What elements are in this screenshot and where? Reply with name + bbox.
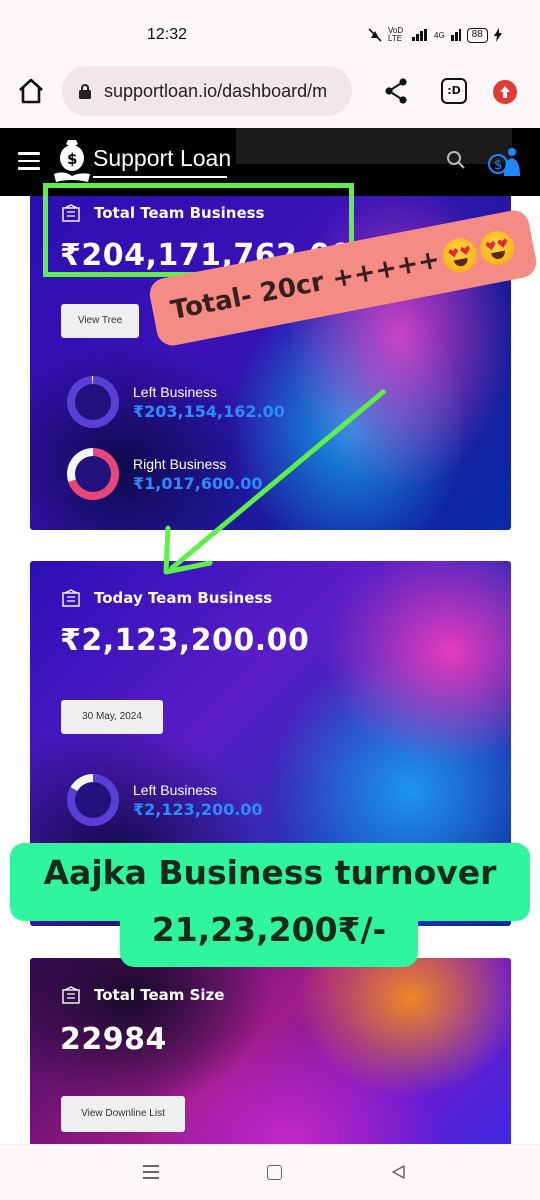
left-business-donut bbox=[67, 376, 119, 428]
today-left-business-label: Left Business bbox=[133, 781, 218, 798]
today-left-business-row: Left Business ₹2,123,200.00 bbox=[67, 774, 263, 826]
status-icons: VoD LTE 4G 88 bbox=[368, 27, 502, 43]
green-arrow-icon bbox=[163, 389, 386, 575]
home-icon[interactable] bbox=[16, 76, 46, 106]
back-icon[interactable] bbox=[390, 1164, 406, 1180]
card-title-row: Today Team Business bbox=[62, 589, 272, 607]
brand-name[interactable]: Support Loan bbox=[93, 145, 231, 172]
team-size-count: 22984 bbox=[60, 1022, 167, 1057]
update-icon[interactable] bbox=[493, 80, 517, 104]
hamburger-menu-icon[interactable] bbox=[18, 152, 40, 170]
today-business-amount: ₹2,123,200.00 bbox=[60, 623, 310, 658]
recent-apps-icon[interactable] bbox=[143, 1165, 159, 1179]
date-button[interactable]: 30 May, 2024 bbox=[61, 700, 163, 734]
status-bar: 12:32 VoD LTE 4G 88 bbox=[0, 0, 540, 58]
card-title: Today Team Business bbox=[94, 589, 273, 607]
heart-eyes-emoji-icon bbox=[440, 235, 481, 276]
total-team-size-card: Total Team Size 22984 View Downline List bbox=[30, 958, 511, 1144]
brand-underline bbox=[93, 176, 227, 178]
svg-text:$: $ bbox=[67, 150, 77, 168]
today-left-business-value: ₹2,123,200.00 bbox=[133, 799, 263, 819]
svg-text:$: $ bbox=[494, 158, 502, 173]
battery-indicator: 88 bbox=[466, 27, 488, 43]
bank-icon bbox=[62, 986, 80, 1004]
money-bag-logo-icon: $ bbox=[54, 140, 90, 182]
signal-icon-2 bbox=[450, 29, 461, 41]
turnover-sticker-line2: 21,23,200₹/- bbox=[151, 910, 387, 949]
home-nav-icon[interactable] bbox=[267, 1165, 282, 1180]
turnover-sticker-line1: Aajka Business turnover bbox=[43, 853, 497, 892]
tab-switcher-button[interactable]: :D bbox=[441, 78, 467, 104]
view-downline-list-button[interactable]: View Downline List bbox=[61, 1096, 185, 1132]
wallet-user-icon[interactable]: $ bbox=[486, 146, 522, 178]
right-business-donut bbox=[67, 448, 119, 500]
lock-icon bbox=[79, 84, 91, 99]
bank-icon bbox=[62, 589, 80, 607]
system-nav-bar bbox=[0, 1144, 540, 1200]
card-title: Total Team Size bbox=[94, 986, 225, 1004]
network-label-2: 4G bbox=[434, 30, 445, 40]
address-bar[interactable]: supportloan.io/dashboard/m bbox=[62, 66, 352, 116]
charging-icon bbox=[493, 28, 502, 42]
card-title-row: Total Team Size bbox=[62, 986, 224, 1004]
dashboard-content: Total Team Business ₹204,171,762.00 View… bbox=[0, 196, 540, 1144]
heart-eyes-emoji-icon bbox=[477, 228, 518, 268]
header-dark-strip bbox=[236, 128, 512, 164]
share-icon[interactable] bbox=[383, 77, 409, 105]
search-icon[interactable] bbox=[446, 150, 466, 170]
browser-toolbar: supportloan.io/dashboard/m :D bbox=[0, 58, 540, 128]
mute-icon bbox=[368, 28, 382, 42]
url-text: supportloan.io/dashboard/m bbox=[104, 80, 328, 101]
view-tree-button[interactable]: View Tree bbox=[61, 304, 139, 338]
today-left-business-donut bbox=[67, 774, 119, 826]
status-time: 12:32 bbox=[147, 26, 188, 43]
network-label-1: VoD LTE bbox=[388, 26, 404, 43]
signal-icon bbox=[412, 29, 427, 41]
